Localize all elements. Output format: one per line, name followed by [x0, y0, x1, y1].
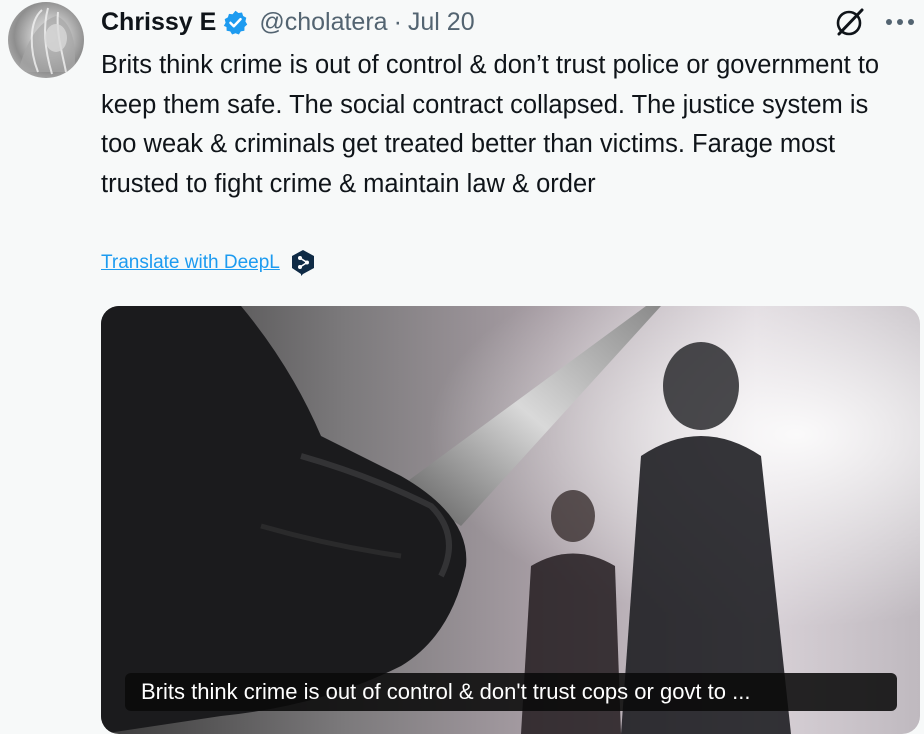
deepl-icon[interactable]	[290, 249, 316, 277]
tweet-date[interactable]: Jul 20	[408, 8, 475, 37]
author-handle[interactable]: @cholatera	[259, 8, 387, 37]
tweet-media[interactable]: Brits think crime is out of control & do…	[101, 306, 920, 734]
media-image	[101, 306, 920, 734]
translate-link[interactable]: Translate with DeepL	[101, 252, 280, 274]
media-caption: Brits think crime is out of control & do…	[125, 673, 897, 711]
tweet-header: Chrissy E @cholatera · Jul 20	[101, 4, 475, 40]
verified-badge-icon[interactable]	[222, 9, 249, 36]
avatar[interactable]	[8, 2, 84, 78]
more-icon[interactable]	[882, 6, 918, 38]
separator-dot: ·	[393, 7, 402, 36]
grok-icon[interactable]	[834, 6, 866, 38]
tweet-text: Brits think crime is out of control & do…	[101, 51, 880, 198]
author-name[interactable]: Chrissy E	[101, 8, 216, 37]
translate-row: Translate with DeepL	[101, 247, 316, 279]
